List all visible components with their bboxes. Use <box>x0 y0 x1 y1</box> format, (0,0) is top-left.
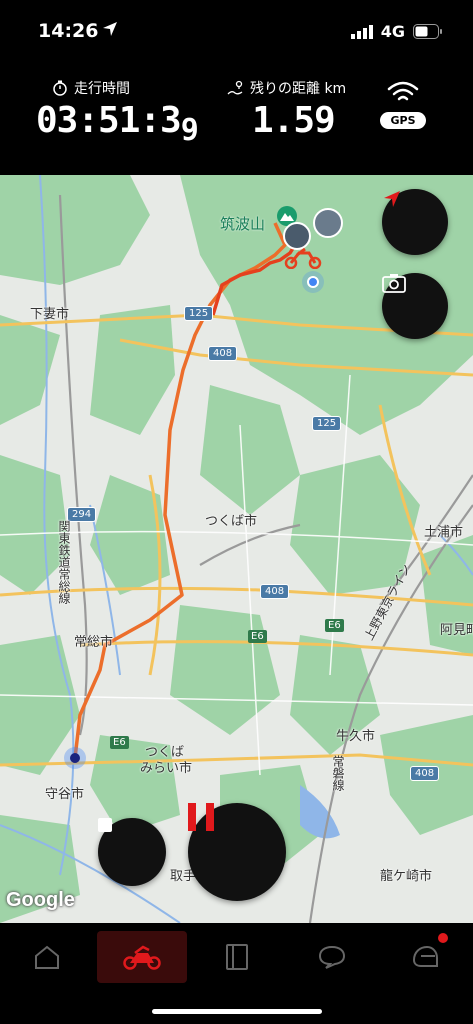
city-label: みらい市 <box>140 761 193 776</box>
elapsed-time-label: 走行時間 <box>52 78 130 98</box>
location-arrow-icon <box>103 22 117 36</box>
current-location-dot <box>302 271 324 293</box>
city-label: 下妻市 <box>30 307 70 322</box>
road-badge: 408 <box>410 766 440 781</box>
remaining-label-text: 残りの距離 km <box>250 81 347 97</box>
route-distance-icon <box>227 80 243 95</box>
mountain-label: 筑波山 <box>220 215 266 233</box>
city-label: 牛久市 <box>336 729 376 744</box>
stop-icon <box>98 818 112 832</box>
tab-chat[interactable] <box>287 931 377 983</box>
camera-icon <box>382 274 406 293</box>
notification-badge <box>438 933 448 943</box>
gps-indicator: GPS <box>378 80 428 129</box>
camera-button[interactable] <box>382 273 448 339</box>
gps-badge: GPS <box>380 112 426 129</box>
elapsed-sub: 9 <box>180 113 199 148</box>
road-badge: 125 <box>312 416 342 431</box>
gps-signal-icon <box>387 81 419 101</box>
ride-stats-panel: 走行時間 03:51:39 残りの距離 km 1.59 GPS <box>0 60 473 175</box>
tab-helmet[interactable] <box>380 931 470 983</box>
elapsed-label-text: 走行時間 <box>74 81 130 97</box>
stop-button[interactable] <box>98 818 166 886</box>
home-icon <box>35 945 59 969</box>
bottom-tab-bar <box>0 923 473 1024</box>
city-label: つくば市 <box>205 514 258 529</box>
navigation-arrow-icon <box>384 191 400 207</box>
expressway-badge: E6 <box>110 736 129 749</box>
stopwatch-icon <box>53 80 67 96</box>
motorcycle-marker-icon <box>284 247 322 269</box>
status-time: 14:26 <box>38 20 99 42</box>
status-bar: 14:26 4G <box>0 0 473 60</box>
book-icon <box>226 944 248 970</box>
road-badge: 408 <box>260 584 290 599</box>
city-label: 土浦市 <box>424 525 464 540</box>
photo-thumbnail-2[interactable] <box>313 208 343 238</box>
remaining-distance-value: 1.59 <box>252 100 336 141</box>
pause-button[interactable] <box>188 803 286 901</box>
signal-icon <box>350 24 373 39</box>
elapsed-main: 03:51:3 <box>36 100 182 141</box>
map-view[interactable]: 筑波山 下妻市 つくば市 土浦市 常総市 つくば みらい市 守谷市 牛久市 阿見… <box>0 175 473 923</box>
pause-icon <box>188 803 214 831</box>
city-label: 龍ケ崎市 <box>380 869 433 884</box>
rail-label: 常磐線 <box>331 755 345 791</box>
city-label: 常総市 <box>74 635 114 650</box>
helmet-icon <box>412 945 438 967</box>
city-label: 阿見町 <box>440 623 473 638</box>
remaining-distance-label: 残りの距離 km <box>226 78 346 98</box>
tab-home[interactable] <box>2 931 92 983</box>
rail-label: 関東鉄道常総線 <box>57 520 71 604</box>
chat-icon <box>318 945 346 969</box>
google-attribution: Google <box>6 889 75 911</box>
motorcycle-icon <box>123 945 161 970</box>
city-label: 守谷市 <box>45 787 85 802</box>
elapsed-time-value: 03:51:39 <box>36 100 199 148</box>
expressway-badge: E6 <box>325 619 344 632</box>
battery-icon <box>413 24 442 39</box>
tab-ride[interactable] <box>97 931 187 983</box>
tab-book[interactable] <box>192 931 282 983</box>
road-badge: 408 <box>208 346 238 361</box>
road-badge: 125 <box>184 306 214 321</box>
network-type: 4G <box>380 22 405 41</box>
expressway-badge: E6 <box>248 630 267 643</box>
home-indicator <box>152 1009 322 1014</box>
start-point-dot <box>64 747 86 769</box>
recenter-button[interactable] <box>382 189 448 255</box>
